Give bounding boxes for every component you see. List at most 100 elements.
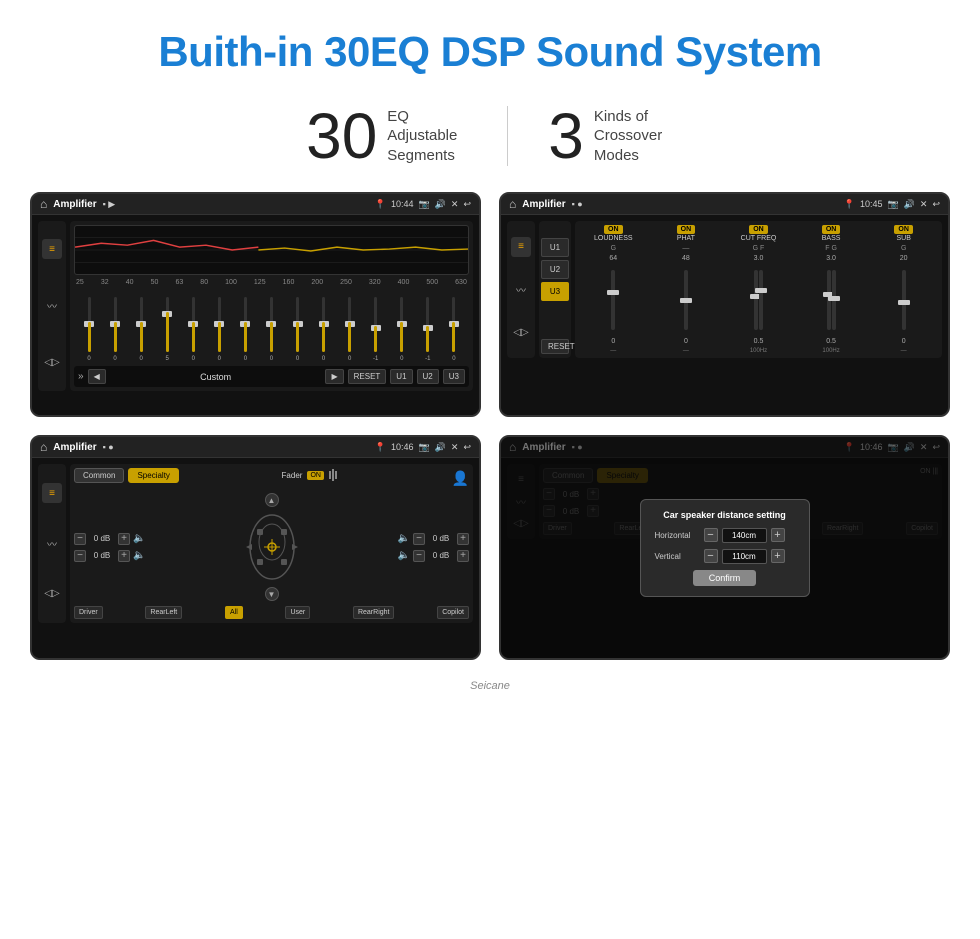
eq-u2-btn[interactable]: U2 bbox=[417, 369, 439, 384]
sp-vol-icon[interactable]: ◁▷ bbox=[42, 584, 62, 604]
speaker-up-btn[interactable]: ▲ bbox=[265, 493, 279, 507]
xo-toggle-sub[interactable]: ON bbox=[894, 225, 913, 234]
vol-right-top-plus[interactable]: + bbox=[457, 533, 469, 545]
eq-sidebar-wave-icon[interactable]: 〰 bbox=[42, 296, 62, 316]
eq-slider-7[interactable]: 0 bbox=[258, 297, 284, 362]
home-icon-3[interactable]: ⌂ bbox=[40, 440, 47, 454]
eq-u1-btn[interactable]: U1 bbox=[390, 369, 412, 384]
fader-lines bbox=[329, 469, 349, 481]
eq-slider-0[interactable]: 0 bbox=[76, 297, 102, 362]
eq-slider-10[interactable]: 0 bbox=[337, 297, 363, 362]
eq-slider-1[interactable]: 0 bbox=[102, 297, 128, 362]
eq-next-btn[interactable]: ▶ bbox=[325, 369, 343, 384]
eq-slider-5[interactable]: 0 bbox=[206, 297, 232, 362]
fader-toggle[interactable]: ON bbox=[307, 471, 324, 480]
vol-left-top: − 0 dB + 🔈 bbox=[74, 533, 226, 545]
eq-sidebar-vol-icon[interactable]: ◁▷ bbox=[42, 353, 62, 373]
vol-left-bottom: − 0 dB + 🔈 bbox=[74, 550, 226, 562]
eq-custom-label: Custom bbox=[110, 372, 322, 382]
close-icon-2: ✕ bbox=[920, 199, 928, 210]
sp-pos-rearright[interactable]: RearRight bbox=[353, 606, 395, 619]
status-bar-3: ⌂ Amplifier ▪ ● 📍 10:46 📷 🔊 ✕ ↩ bbox=[32, 437, 479, 458]
confirm-button[interactable]: Confirm bbox=[693, 570, 757, 586]
freq-labels: 2532405063 80100125160200 25032040050063… bbox=[74, 279, 469, 286]
dist-vertical-plus[interactable]: + bbox=[771, 549, 785, 563]
xo-reset-btn[interactable]: RESET bbox=[541, 339, 569, 354]
play-icons-1: ▪ ▶ bbox=[103, 199, 116, 210]
xo-preset-u2[interactable]: U2 bbox=[541, 260, 569, 279]
eq-sidebar-eq-icon[interactable]: ≡ bbox=[42, 239, 62, 259]
xo-toggle-cutfreq[interactable]: ON bbox=[749, 225, 768, 234]
eq-prev-btn[interactable]: ◀ bbox=[88, 369, 106, 384]
dist-vertical-label: Vertical bbox=[655, 552, 700, 561]
xo-track-cutfreq-g[interactable] bbox=[754, 270, 758, 330]
sp-pos-copilot[interactable]: Copilot bbox=[437, 606, 469, 619]
xo-eq-icon[interactable]: ≡ bbox=[511, 237, 531, 257]
eq-graph bbox=[74, 225, 469, 275]
xo-preset-u3[interactable]: U3 bbox=[541, 282, 569, 301]
back-icon-1[interactable]: ↩ bbox=[463, 199, 471, 210]
person-icon: 👤 bbox=[452, 470, 469, 487]
speaker-down-btn[interactable]: ▼ bbox=[265, 587, 279, 601]
eq-reset-btn[interactable]: RESET bbox=[348, 369, 387, 384]
xo-track-sub[interactable] bbox=[902, 270, 906, 330]
back-icon-2[interactable]: ↩ bbox=[932, 199, 940, 210]
car-diagram bbox=[232, 507, 312, 587]
eq-slider-2[interactable]: 0 bbox=[128, 297, 154, 362]
home-icon-2[interactable]: ⌂ bbox=[509, 197, 516, 211]
vol-right-bot-plus[interactable]: + bbox=[457, 550, 469, 562]
eq-slider-4[interactable]: 0 bbox=[180, 297, 206, 362]
eq-slider-13[interactable]: -1 bbox=[415, 297, 441, 362]
eq-slider-6[interactable]: 0 bbox=[232, 297, 258, 362]
dist-horizontal-minus[interactable]: − bbox=[704, 528, 718, 542]
sp-sidebar: ≡ 〰 ◁▷ bbox=[38, 464, 66, 623]
sp-main: ≡ 〰 ◁▷ Common Specialty bbox=[38, 464, 473, 623]
dist-dialog: Car speaker distance setting Horizontal … bbox=[640, 499, 810, 597]
vol-left-bot-minus[interactable]: − bbox=[74, 550, 86, 562]
vol-left-top-minus[interactable]: − bbox=[74, 533, 86, 545]
sp-tab-specialty[interactable]: Specialty bbox=[128, 468, 178, 483]
expand-icon[interactable]: » bbox=[78, 371, 84, 382]
close-icon-1: ✕ bbox=[451, 199, 459, 210]
page-title: Buith-in 30EQ DSP Sound System bbox=[0, 0, 980, 94]
xo-toggle-bass[interactable]: ON bbox=[822, 225, 841, 234]
back-icon-3[interactable]: ↩ bbox=[463, 442, 471, 453]
eq-slider-12[interactable]: 0 bbox=[389, 297, 415, 362]
location-icon-3: 📍 bbox=[375, 442, 386, 453]
eq-slider-11[interactable]: -1 bbox=[363, 297, 389, 362]
xo-track-cutfreq-f[interactable] bbox=[759, 270, 763, 330]
dist-horizontal-plus[interactable]: + bbox=[771, 528, 785, 542]
vol-right-top-minus[interactable]: − bbox=[413, 533, 425, 545]
sp-pos-driver[interactable]: Driver bbox=[74, 606, 103, 619]
home-icon-1[interactable]: ⌂ bbox=[40, 197, 47, 211]
eq-slider-3[interactable]: 5 bbox=[154, 297, 180, 362]
dist-vertical-minus[interactable]: − bbox=[704, 549, 718, 563]
eq-content-area: ≡ 〰 ◁▷ bbox=[32, 215, 479, 415]
sp-pos-user[interactable]: User bbox=[285, 606, 310, 619]
xo-vol-icon[interactable]: ◁▷ bbox=[511, 323, 531, 343]
xo-track-loudness[interactable] bbox=[611, 270, 615, 330]
xo-preset-u1[interactable]: U1 bbox=[541, 238, 569, 257]
screen-eq: ⌂ Amplifier ▪ ▶ 📍 10:44 📷 🔊 ✕ ↩ bbox=[30, 192, 481, 417]
xo-presets: U1 U2 U3 RESET bbox=[539, 221, 571, 358]
sp-tab-common[interactable]: Common bbox=[74, 468, 124, 483]
dist-horizontal-label: Horizontal bbox=[655, 531, 700, 540]
sp-pos-rearleft[interactable]: RearLeft bbox=[145, 606, 182, 619]
vol-left-top-plus[interactable]: + bbox=[118, 533, 130, 545]
sp-eq-icon[interactable]: ≡ bbox=[42, 483, 62, 503]
sp-pos-all[interactable]: All bbox=[225, 606, 243, 619]
vol-left-bot-plus[interactable]: + bbox=[118, 550, 130, 562]
eq-u3-btn[interactable]: U3 bbox=[443, 369, 465, 384]
xo-track-bass-g[interactable] bbox=[832, 270, 836, 330]
eq-main: ≡ 〰 ◁▷ bbox=[38, 221, 473, 391]
xo-wave-icon[interactable]: 〰 bbox=[511, 280, 531, 300]
xo-toggle-phat[interactable]: ON bbox=[677, 225, 696, 234]
eq-slider-9[interactable]: 0 bbox=[311, 297, 337, 362]
xo-track-phat[interactable] bbox=[684, 270, 688, 330]
status-bar-1: ⌂ Amplifier ▪ ▶ 📍 10:44 📷 🔊 ✕ ↩ bbox=[32, 194, 479, 215]
vol-right-bot-minus[interactable]: − bbox=[413, 550, 425, 562]
eq-slider-14[interactable]: 0 bbox=[441, 297, 467, 362]
xo-toggle-loudness[interactable]: ON bbox=[604, 225, 623, 234]
sp-wave-icon[interactable]: 〰 bbox=[42, 533, 62, 553]
eq-slider-8[interactable]: 0 bbox=[285, 297, 311, 362]
